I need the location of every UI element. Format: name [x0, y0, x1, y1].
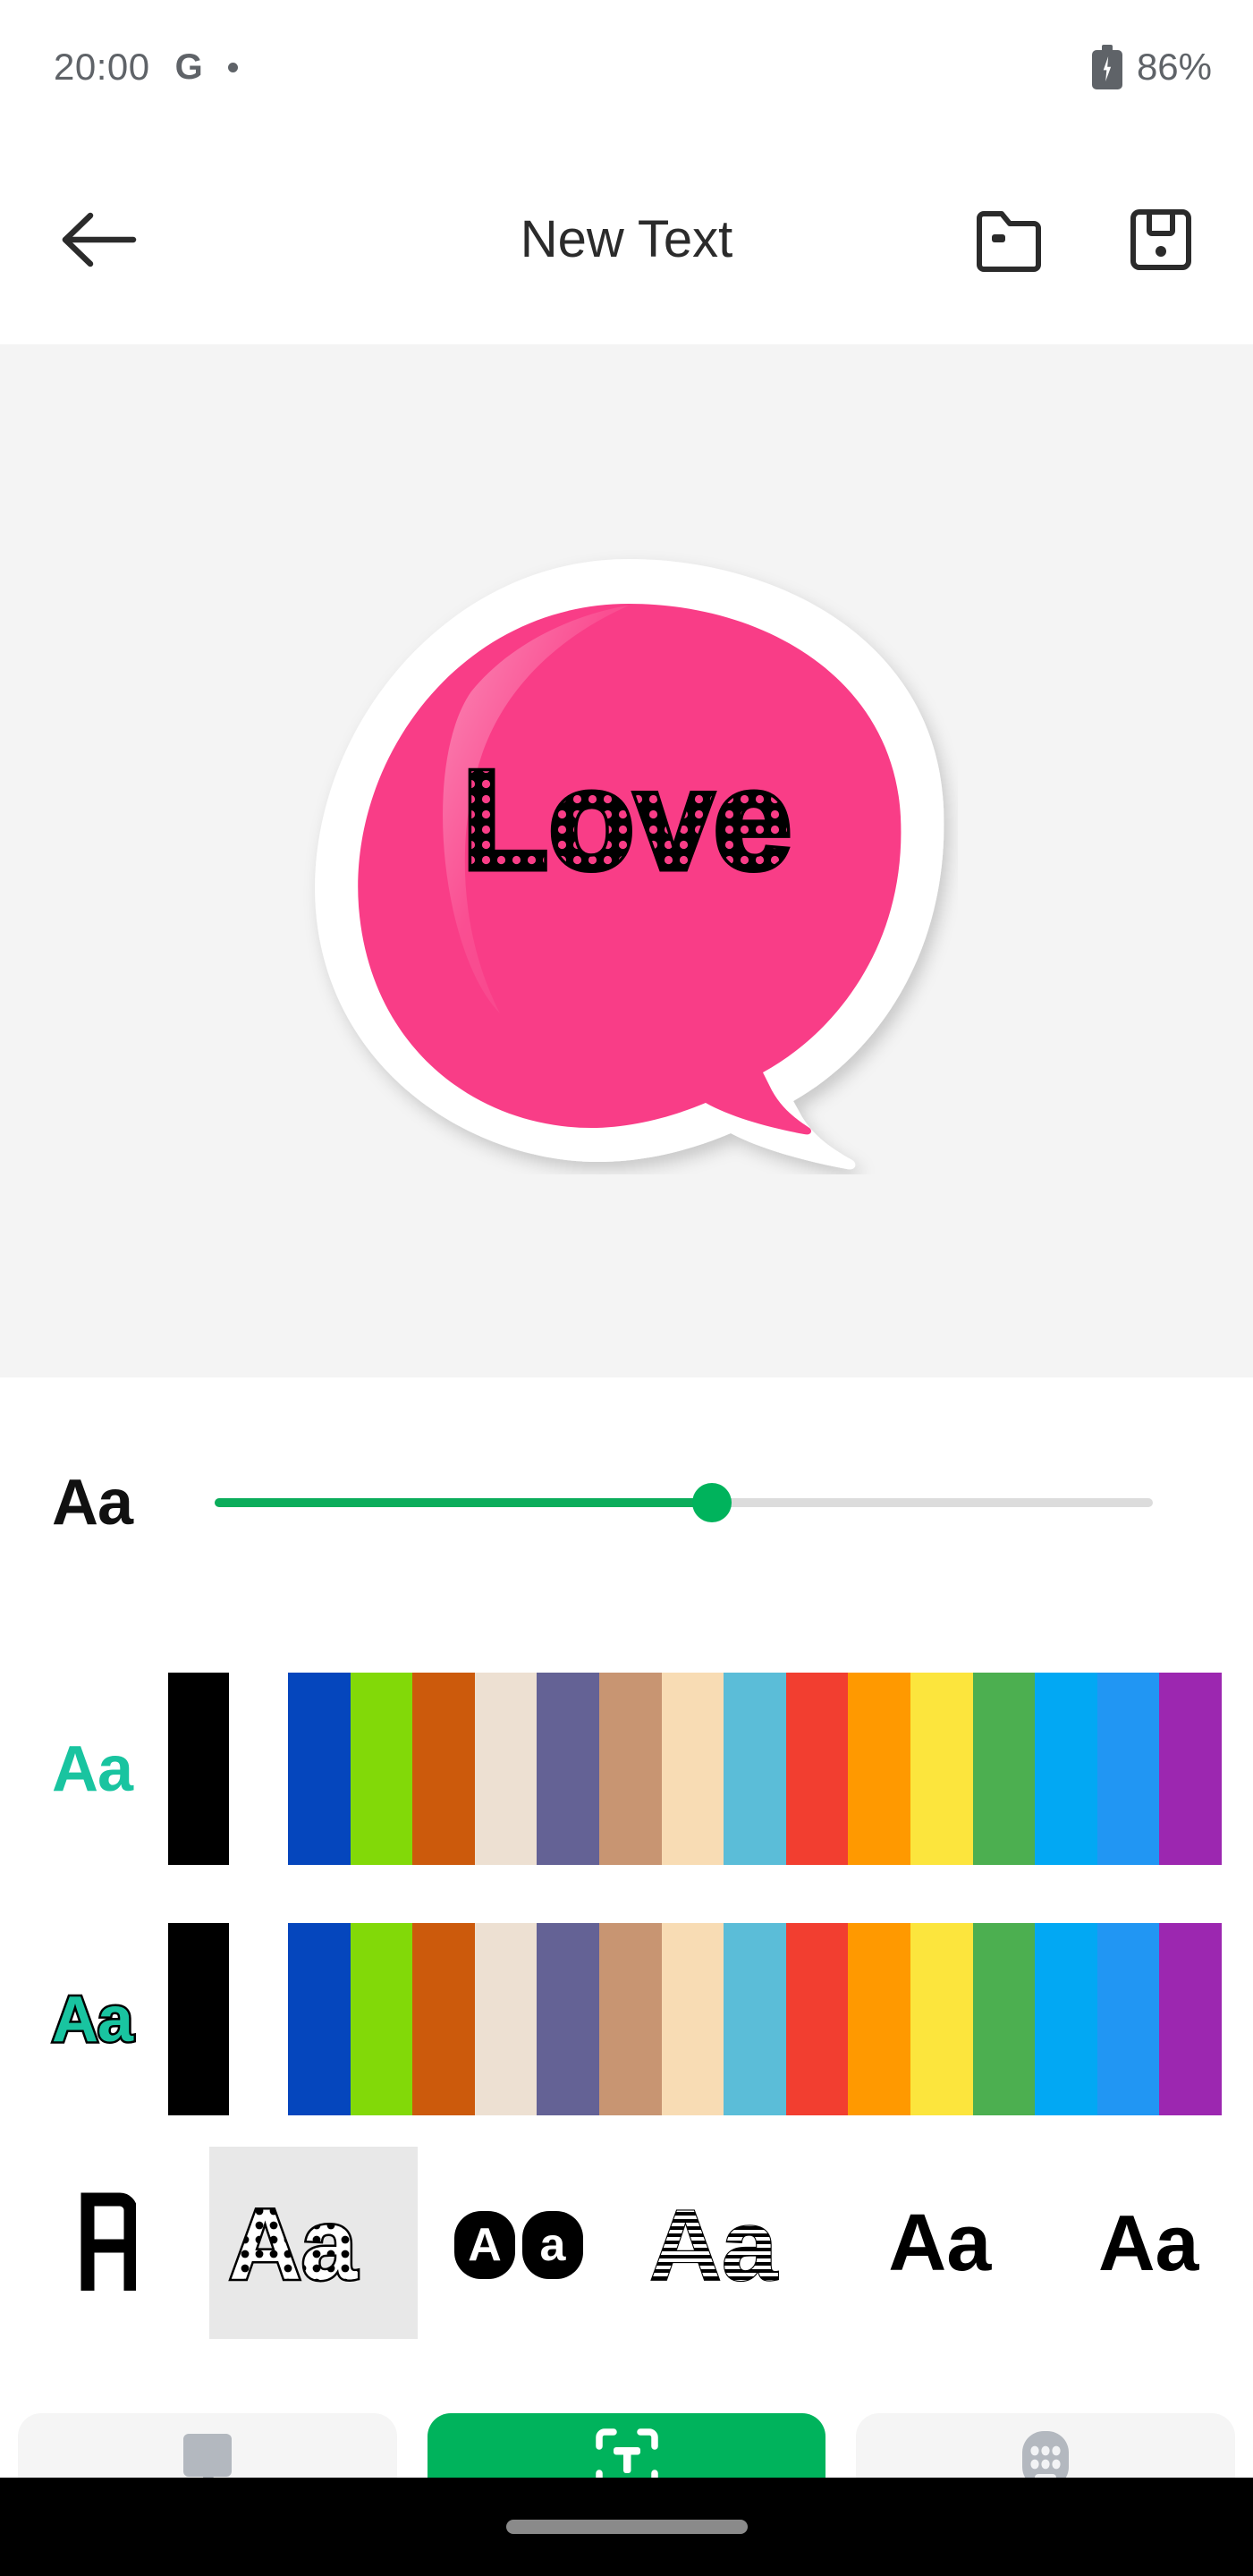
color-swatch[interactable]: [598, 1923, 662, 2115]
bold-aa-sample-2: Aa: [1098, 2198, 1199, 2287]
app-root: 20:00 G 86% New Text Love Aa Aa Aa Aa A …: [0, 0, 1253, 2576]
color-swatch[interactable]: [1096, 1673, 1160, 1865]
status-bar-right: 86%: [1091, 45, 1212, 89]
stroke-color-row: Aa: [0, 1923, 1253, 2115]
color-swatch[interactable]: [1035, 1673, 1097, 1865]
google-icon: G: [174, 47, 203, 87]
font-style-striped[interactable]: Aa: [627, 2147, 836, 2339]
color-swatch[interactable]: [537, 1673, 599, 1865]
fill-color-swatch-strip[interactable]: [288, 1673, 1222, 1865]
svg-text:A: A: [468, 2219, 502, 2271]
sticker-text: Love: [461, 741, 792, 899]
color-swatch[interactable]: [1096, 1923, 1160, 2115]
color-swatch[interactable]: [1159, 1673, 1222, 1865]
app-bar-actions: [969, 199, 1201, 280]
color-swatch[interactable]: [724, 1673, 786, 1865]
gesture-pill[interactable]: [505, 2520, 748, 2534]
floppy-save-icon: [1130, 208, 1191, 270]
color-swatch[interactable]: [598, 1673, 662, 1865]
font-size-slider-row: Aa: [0, 1413, 1253, 1592]
stroke-color-swatch-black[interactable]: [168, 1923, 229, 2115]
color-swatch[interactable]: [537, 1923, 599, 2115]
color-swatch[interactable]: [474, 1923, 538, 2115]
color-swatch[interactable]: [288, 1923, 351, 2115]
font-style-outline-a[interactable]: [0, 2147, 209, 2339]
color-swatch[interactable]: [972, 1923, 1036, 2115]
font-style-bold-1[interactable]: Aa: [835, 2147, 1045, 2339]
font-style-row: Aa A a Aa Aa Aa: [0, 2147, 1253, 2339]
font-style-rounded-block[interactable]: A a: [418, 2147, 627, 2339]
color-swatch[interactable]: [474, 1673, 538, 1865]
battery-charging-icon: [1091, 45, 1122, 89]
color-swatch[interactable]: [661, 1923, 724, 2115]
sticker-preview[interactable]: Love: [296, 548, 958, 1174]
fill-color-label: Aa: [52, 1733, 133, 1805]
svg-text:Aa: Aa: [649, 2190, 778, 2296]
notification-dot-icon: [227, 62, 238, 72]
polka-dot-aa-icon: Aa: [227, 2190, 360, 2297]
outline-block-a-icon: [80, 2192, 136, 2291]
color-swatch[interactable]: [848, 1673, 910, 1865]
sticker-canvas[interactable]: Love: [0, 344, 1253, 1377]
font-size-slider[interactable]: [215, 1474, 1153, 1531]
striped-aa-icon: Aa: [648, 2190, 779, 2296]
color-swatch[interactable]: [350, 1923, 413, 2115]
color-swatch[interactable]: [910, 1673, 973, 1865]
battery-percent: 86%: [1136, 46, 1212, 88]
status-bar-left: 20:00 G: [54, 46, 238, 89]
speech-bubble-sticker: Love: [314, 558, 944, 1169]
color-swatch[interactable]: [412, 1923, 475, 2115]
stroke-color-label: Aa: [49, 1983, 135, 2055]
folder-open-icon: [977, 210, 1041, 272]
font-style-bold-2[interactable]: Aa: [1045, 2147, 1253, 2339]
color-swatch[interactable]: [350, 1673, 413, 1865]
color-swatch[interactable]: [661, 1673, 724, 1865]
open-project-button[interactable]: [969, 199, 1049, 280]
color-swatch[interactable]: [910, 1923, 973, 2115]
app-bar: New Text: [0, 134, 1253, 344]
color-swatch[interactable]: [1035, 1923, 1097, 2115]
font-size-label: Aa: [52, 1467, 133, 1538]
status-time: 20:00: [54, 46, 150, 88]
slider-track[interactable]: [215, 1483, 1153, 1522]
color-swatch[interactable]: [1159, 1923, 1222, 2115]
gesture-nav-bar: [0, 2478, 1253, 2576]
color-swatch[interactable]: [785, 1673, 849, 1865]
color-swatch[interactable]: [412, 1673, 475, 1865]
slider-thumb[interactable]: [691, 1483, 732, 1522]
status-bar: 20:00 G 86%: [0, 0, 1253, 134]
color-swatch[interactable]: [972, 1673, 1036, 1865]
font-style-polka-dot[interactable]: Aa: [208, 2147, 418, 2339]
save-button[interactable]: [1121, 199, 1201, 280]
stroke-color-swatch-strip[interactable]: [288, 1923, 1222, 2115]
rounded-knockout-aa-icon: A a: [453, 2210, 583, 2279]
slider-fill: [215, 1498, 712, 1507]
fill-color-row: Aa: [0, 1673, 1253, 1865]
color-swatch[interactable]: [288, 1673, 351, 1865]
svg-text:Aa: Aa: [229, 2190, 358, 2297]
color-swatch[interactable]: [724, 1923, 786, 2115]
svg-text:a: a: [539, 2219, 566, 2271]
color-swatch[interactable]: [785, 1923, 849, 2115]
bold-aa-sample-1: Aa: [888, 2198, 992, 2288]
color-swatch[interactable]: [848, 1923, 910, 2115]
fill-color-swatch-black[interactable]: [168, 1673, 229, 1865]
